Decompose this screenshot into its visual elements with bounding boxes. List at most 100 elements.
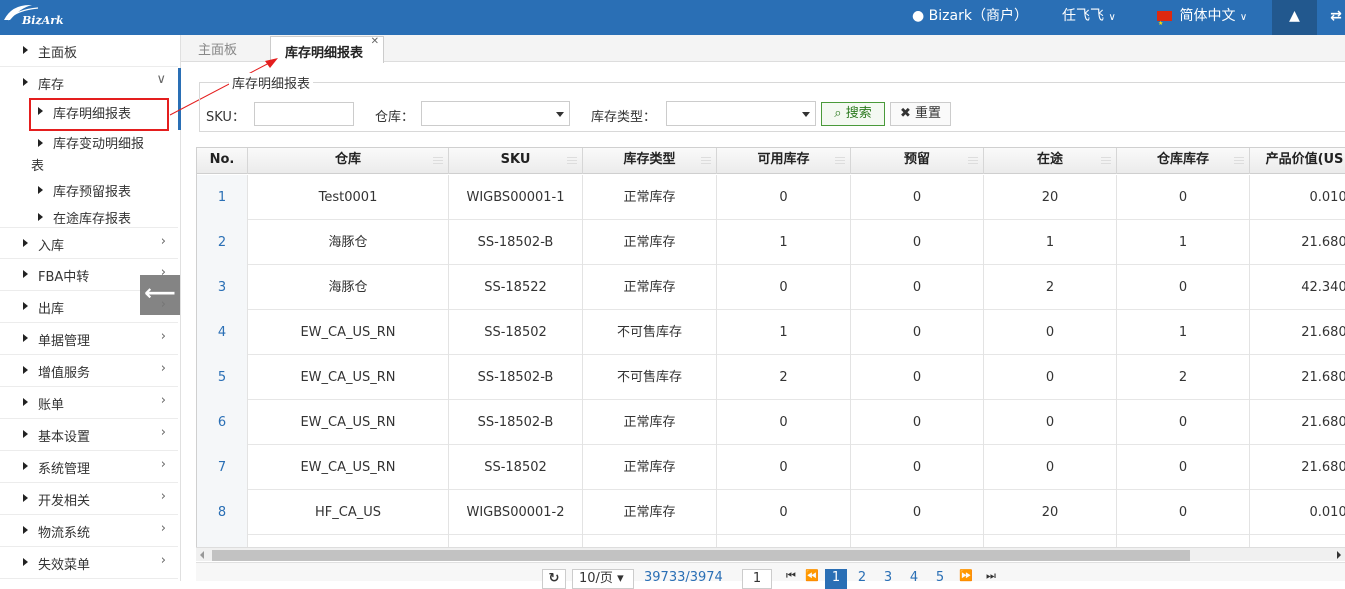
sidebar-subitem-inventory-reserve[interactable]: 库存预留报表 (0, 177, 178, 203)
table-row[interactable]: 6EW_CA_US_RNSS-18502-B正常库存000021.6800 (197, 400, 1345, 445)
column-menu-icon[interactable] (835, 157, 845, 164)
cell-in-transit: 0 (984, 355, 1117, 400)
cell-warehouse: HF_CA_US (248, 490, 449, 535)
close-icon[interactable]: ✕ (371, 36, 379, 47)
row-number (197, 535, 248, 547)
sidebar-item-basic-settings[interactable]: 基本设置 › (0, 419, 178, 451)
table-row[interactable]: 2海豚仓SS-18502-B正常库存101121.6800 (197, 220, 1345, 265)
col-header-available[interactable]: 可用库存 (717, 148, 851, 174)
reset-button-label: 重置 (915, 106, 942, 121)
sidebar-item-inventory[interactable]: 库存 ∨ (0, 67, 178, 99)
sidebar-item-documents[interactable]: 单据管理 › (0, 323, 178, 355)
sidebar-subitem-label-cont: 表 (31, 159, 45, 174)
col-header-inventory-type[interactable]: 库存类型 (583, 148, 717, 174)
cell-warehouse: 海豚仓 (248, 265, 449, 310)
sidebar-subitem-inventory-change[interactable]: 库存变动明细报 表 (0, 129, 178, 174)
sku-input[interactable] (254, 102, 354, 126)
swap-button[interactable]: ⇄ (1327, 0, 1345, 35)
cell-product-value: 21.6800 (1250, 310, 1345, 355)
caret-right-icon (23, 526, 28, 534)
swap-icon: ⇄ (1330, 8, 1342, 24)
col-header-warehouse-stock[interactable]: 仓库库存 (1117, 148, 1250, 174)
caret-down-icon (556, 112, 564, 117)
refresh-button[interactable]: ↻ (542, 569, 566, 589)
sidebar-item-label: 失效菜单 (38, 558, 91, 573)
page-size-select[interactable]: 10/页 ▾ (572, 569, 634, 589)
inventory-type-select[interactable] (666, 101, 816, 126)
column-menu-icon[interactable] (1101, 157, 1111, 164)
col-header-reserved[interactable]: 预留 (851, 148, 984, 174)
page-number[interactable]: 3 (877, 569, 899, 589)
caret-right-icon (23, 270, 28, 278)
sidebar-item-deprecated[interactable]: 失效菜单 › (0, 547, 178, 579)
col-header-sku[interactable]: SKU (449, 148, 583, 174)
tab-inventory-detail[interactable]: 库存明细报表 ✕ (270, 36, 385, 63)
horizontal-scrollbar[interactable] (196, 547, 1345, 561)
reset-button[interactable]: ✖ 重置 (890, 102, 951, 126)
chevron-right-icon: › (160, 234, 166, 249)
sidebar-item-logistics[interactable]: 物流系统 › (0, 515, 178, 547)
page-number-current[interactable]: 1 (825, 569, 847, 589)
col-header-label: 在途 (1036, 152, 1063, 167)
caret-right-icon (23, 462, 28, 470)
scroll-left-icon[interactable] (200, 551, 204, 559)
caret-right-icon (38, 213, 43, 221)
prev-page-icon[interactable]: ⏪ (805, 569, 819, 582)
next-page-icon[interactable]: ⏩ (959, 569, 973, 582)
cell-product-value: 42.3400 (1250, 265, 1345, 310)
cell-reserved: 0 (851, 310, 984, 355)
pagination-bar: ↻ 10/页 ▾ 39733/3974 1 ⏮ ⏪ 1 2 3 4 5 ⏩ ⏭ (196, 562, 1345, 589)
filter-panel-title: 库存明细报表 (229, 73, 314, 92)
tree-button[interactable]: ▲ (1272, 0, 1317, 35)
sidebar-item-inbound[interactable]: 入库 › (0, 227, 178, 259)
column-menu-icon[interactable] (701, 157, 711, 164)
cell-warehouse-stock: 1 (1117, 310, 1250, 355)
table-row[interactable]: 3海豚仓SS-18522正常库存002042.3400 (197, 265, 1345, 310)
page-number[interactable]: 5 (929, 569, 951, 589)
cell-sku: SS-18502-B (449, 220, 583, 265)
col-header-no[interactable]: No. (197, 148, 248, 174)
table-row[interactable]: 7EW_CA_US_RNSS-18502正常库存000021.6800 (197, 445, 1345, 490)
chevron-right-icon: › (160, 521, 166, 536)
row-number: 1 (197, 175, 248, 220)
col-header-warehouse[interactable]: 仓库 (248, 148, 449, 174)
page-number-input[interactable]: 1 (742, 569, 772, 589)
sidebar-item-system[interactable]: 系统管理 › (0, 451, 178, 483)
user-menu[interactable]: 任飞飞 ∨ (1062, 0, 1116, 35)
table-row[interactable]: 1Test0001WIGBS00001-1正常库存002000.0100 (197, 175, 1345, 220)
sidebar-item-billing[interactable]: 账单 › (0, 387, 178, 419)
cell-reserved: 0 (851, 400, 984, 445)
company-menu[interactable]: ● Bizark（商户） (912, 0, 1028, 35)
table-row[interactable] (197, 535, 1345, 547)
column-menu-icon[interactable] (1234, 157, 1244, 164)
cell-sku (449, 535, 583, 547)
sidebar-item-dashboard[interactable]: 主面板 (0, 35, 178, 67)
column-menu-icon[interactable] (968, 157, 978, 164)
search-button[interactable]: ⌕ 搜索 (821, 102, 885, 126)
tab-bar: 主面板 库存明细报表 ✕ (181, 35, 1345, 63)
language-menu[interactable]: 简体中文 ∨ (1157, 0, 1247, 40)
column-menu-icon[interactable] (433, 157, 443, 164)
sidebar-item-value-added[interactable]: 增值服务 › (0, 355, 178, 387)
scroll-right-icon[interactable] (1337, 551, 1341, 559)
row-number: 8 (197, 490, 248, 535)
collapse-sidebar-button[interactable]: ⟵ (140, 275, 180, 315)
column-menu-icon[interactable] (567, 157, 577, 164)
col-header-in-transit[interactable]: 在途 (984, 148, 1117, 174)
page-number[interactable]: 4 (903, 569, 925, 589)
table-row[interactable]: 8HF_CA_USWIGBS00001-2正常库存002000.0100 (197, 490, 1345, 535)
sidebar-item-development[interactable]: 开发相关 › (0, 483, 178, 515)
logo[interactable]: BizArk (0, 0, 64, 35)
cell-warehouse-stock: 0 (1117, 445, 1250, 490)
scrollbar-thumb[interactable] (212, 550, 1190, 561)
col-header-label: 仓库库存 (1156, 152, 1209, 167)
cell-warehouse: EW_CA_US_RN (248, 355, 449, 400)
logo-text: BizArk (22, 14, 64, 27)
cell-available: 0 (717, 175, 851, 220)
warehouse-select[interactable] (421, 101, 570, 126)
sidebar-item-label: 入库 (38, 239, 65, 254)
page-number[interactable]: 2 (851, 569, 873, 589)
table-row[interactable]: 5EW_CA_US_RNSS-18502-B不可售库存200221.6800 (197, 355, 1345, 400)
col-header-product-value[interactable]: 产品价值(US (1250, 148, 1345, 174)
table-row[interactable]: 4EW_CA_US_RNSS-18502不可售库存100121.6800 (197, 310, 1345, 355)
